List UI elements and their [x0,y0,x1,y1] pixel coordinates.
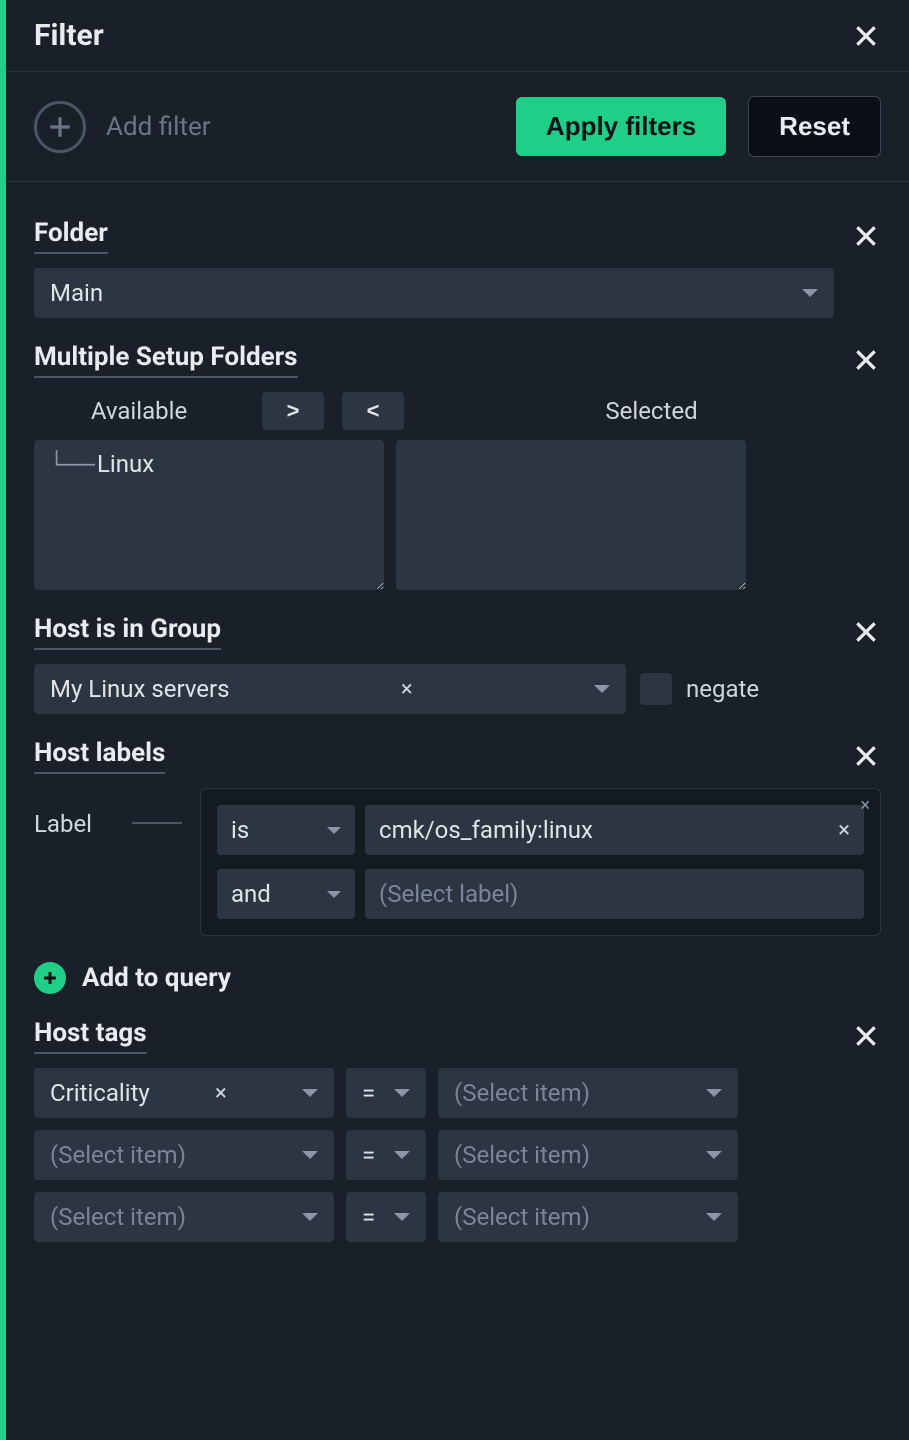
chevron-down-icon [302,1213,318,1221]
label-value-input[interactable]: cmk/os_family:linux × [365,805,864,855]
close-panel-button[interactable] [851,21,881,51]
chevron-down-icon [706,1213,722,1221]
move-right-button[interactable]: > [262,392,324,430]
host-tags-title: Host tags [34,1018,147,1054]
add-filter-button[interactable]: Add filter [34,101,494,153]
tag-op-select[interactable]: = [346,1068,426,1118]
action-row: Add filter Apply filters Reset [6,72,909,182]
close-icon [853,223,879,249]
close-icon [853,1023,879,1049]
tag-op-select[interactable]: = [346,1192,426,1242]
close-icon [853,743,879,769]
operator-select-and[interactable]: and [217,869,355,919]
plus-circle-icon [34,101,86,153]
tag-value-select[interactable]: (Select item) [438,1192,738,1242]
chevron-down-icon [302,1089,318,1097]
chevron-down-icon [394,1089,410,1097]
multi-folders-title: Multiple Setup Folders [34,342,298,378]
chevron-down-icon [394,1151,410,1159]
label-value-input-empty[interactable]: (Select label) [365,869,864,919]
section-multi-folders: Multiple Setup Folders Available > < Sel… [34,342,881,590]
add-to-query-label: Add to query [82,963,231,993]
tag-value-select[interactable]: (Select item) [438,1068,738,1118]
section-host-in-group: Host is in Group My Linux servers × nega… [34,614,881,714]
tag-key-select[interactable]: (Select item) [34,1130,334,1180]
apply-filters-button[interactable]: Apply filters [516,97,726,156]
chevron-down-icon [327,891,341,898]
remove-host-tags-filter[interactable] [851,1021,881,1051]
chevron-down-icon [302,1151,318,1159]
tag-key-select[interactable]: Criticality × [34,1068,334,1118]
add-to-query-button[interactable]: Add to query [34,962,881,994]
tag-value-select[interactable]: (Select item) [438,1130,738,1180]
folder-value: Main [50,279,103,307]
connector-line [132,822,182,824]
close-icon [853,619,879,645]
host-in-group-title: Host is in Group [34,614,221,650]
folder-title: Folder [34,218,108,254]
list-item[interactable]: Linux [48,450,370,479]
chevron-down-icon [394,1213,410,1221]
content-area: Folder Main Multiple Setup Folders Avail… [6,182,909,1282]
panel-header: Filter [6,0,909,72]
remove-host-in-group-filter[interactable] [851,617,881,647]
section-host-tags: Host tags Criticality × = (Select item) [34,1018,881,1242]
section-host-labels: Host labels Label × is cmk/o [34,738,881,994]
clear-icon[interactable]: × [838,818,850,843]
host-group-value: My Linux servers [50,675,230,703]
folder-select[interactable]: Main [34,268,834,318]
reset-button[interactable]: Reset [748,96,881,157]
host-tag-row: (Select item) = (Select item) [34,1130,881,1180]
clear-icon[interactable]: × [401,677,413,702]
chevron-down-icon [327,827,341,834]
selected-label: Selected [422,397,881,425]
close-icon [853,347,879,373]
remove-multi-folders-filter[interactable] [851,345,881,375]
selected-listbox[interactable] [396,440,746,590]
negate-checkbox[interactable] [640,673,672,705]
remove-host-labels-filter[interactable] [851,741,881,771]
operator-select-is[interactable]: is [217,805,355,855]
chevron-down-icon [706,1089,722,1097]
host-labels-title: Host labels [34,738,165,774]
remove-folder-filter[interactable] [851,221,881,251]
host-tag-row: (Select item) = (Select item) [34,1192,881,1242]
label-row-label: Label [34,788,114,838]
remove-query-button[interactable]: × [860,795,870,816]
host-tag-row: Criticality × = (Select item) [34,1068,881,1118]
chevron-down-icon [706,1151,722,1159]
tag-key-select[interactable]: (Select item) [34,1192,334,1242]
negate-label: negate [686,675,759,703]
section-folder: Folder Main [34,218,881,318]
plus-circle-icon [34,962,66,994]
host-group-select[interactable]: My Linux servers × [34,664,626,714]
label-query-box: × is cmk/os_family:linux × and [200,788,881,936]
available-label: Available [34,397,244,425]
tag-op-select[interactable]: = [346,1130,426,1180]
clear-icon[interactable]: × [215,1081,227,1106]
move-left-button[interactable]: < [342,392,404,430]
available-listbox[interactable]: Linux [34,440,384,590]
chevron-down-icon [594,685,610,693]
panel-title: Filter [34,18,104,53]
close-icon [853,23,879,49]
add-filter-label: Add filter [106,112,211,142]
chevron-down-icon [802,289,818,297]
filter-panel: Filter Add filter Apply filters Reset Fo… [6,0,909,1440]
